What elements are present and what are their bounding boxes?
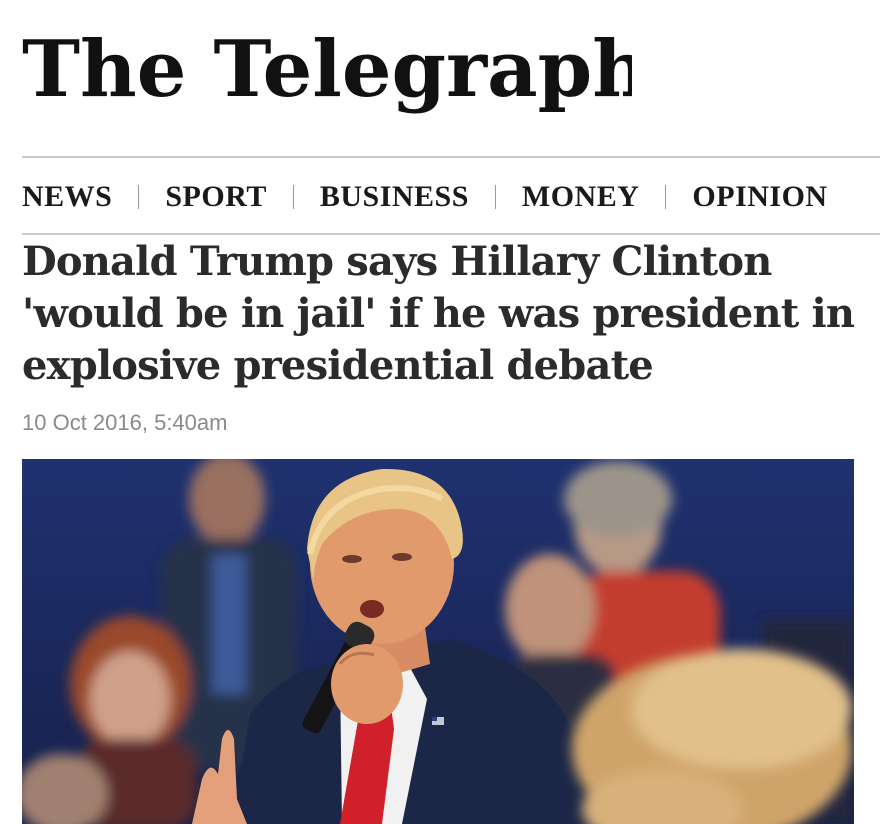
nav-item-money[interactable]: MONEY	[522, 180, 640, 214]
nav-separator	[665, 185, 667, 209]
article-date: 10 Oct 2016, 5:40am	[22, 410, 228, 435]
nav-item-business[interactable]: BUSINESS	[320, 180, 469, 214]
nav-separator	[138, 185, 140, 209]
section-nav: NEWS SPORT BUSINESS MONEY OPINION	[22, 176, 828, 218]
nav-bottom-divider	[22, 233, 880, 235]
nav-item-opinion[interactable]: OPINION	[692, 180, 827, 214]
article-headline[interactable]: Donald Trump says Hillary Clinton 'would…	[22, 236, 872, 392]
telegraph-logo: The Telegraph	[22, 24, 649, 115]
nav-top-divider	[22, 156, 880, 158]
nav-item-news[interactable]: NEWS	[22, 180, 112, 214]
nav-separator	[292, 185, 294, 209]
nav-item-sport[interactable]: SPORT	[165, 180, 266, 214]
nav-separator	[494, 185, 496, 209]
masthead-logo[interactable]: The Telegraph	[22, 18, 649, 128]
article-hero-image[interactable]	[22, 459, 854, 824]
masthead-title: The Telegraph	[22, 24, 632, 115]
debate-photo-illustration	[22, 459, 854, 824]
